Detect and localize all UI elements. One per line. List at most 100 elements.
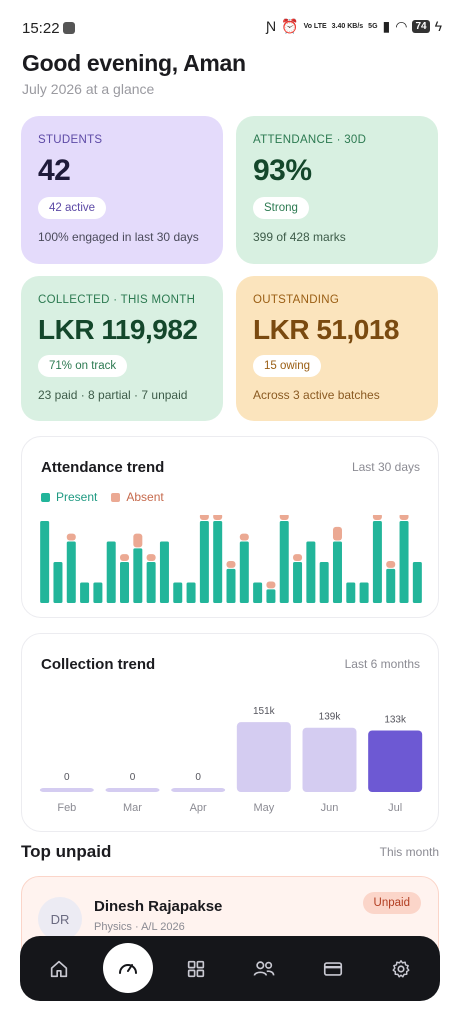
students-value: 42 <box>38 154 71 187</box>
present-bar <box>386 568 396 603</box>
absent-bar <box>332 526 342 541</box>
collection-month-label: Feb <box>57 802 76 814</box>
present-bar <box>53 562 63 603</box>
attendance-label: ATTENDANCE · 30D <box>253 134 367 146</box>
nav-home[interactable] <box>35 948 83 990</box>
absent-bar <box>120 554 130 561</box>
nfc-icon: Ɲ <box>266 18 277 34</box>
unpaid-student-name: Dinesh Rajapakse <box>94 898 223 915</box>
speed-indicator: 3.40 KB/s <box>331 22 364 30</box>
legend-present-label: Present <box>56 490 98 504</box>
dashboard-gauge-icon <box>119 964 137 974</box>
present-bar <box>40 521 50 603</box>
status-badge: Unpaid <box>362 892 421 914</box>
grid-icon <box>187 960 205 978</box>
students-footnote: 100% engaged in last 30 days <box>38 230 199 244</box>
signal-icon: ▮ <box>382 18 391 34</box>
avatar: DR <box>38 897 82 941</box>
collection-month-label: Apr <box>190 802 207 814</box>
present-bar <box>332 541 342 603</box>
absent-bar <box>399 515 409 520</box>
collection-trend-title: Collection trend <box>41 656 156 673</box>
legend-absent-swatch <box>111 492 121 502</box>
top-unpaid-title: Top unpaid <box>21 842 112 861</box>
status-bar: 15:22 Ɲ ⏰ Vo LTE 3.40 KB/s 5G ▮ ◠ 74 ϟ <box>0 0 460 52</box>
present-bar <box>266 589 276 603</box>
network-indicator: 5G <box>368 22 378 30</box>
collection-chart: 0 Feb 0 Mar 0 Apr 151k May 139k Jun 133k Jul <box>39 706 423 814</box>
collection-month-label: Jun <box>321 802 339 814</box>
attendance-badge: Strong <box>253 197 309 219</box>
alarm-icon: ⏰ <box>281 18 299 34</box>
collection-value-label: 139k <box>319 712 342 723</box>
nav-payments[interactable] <box>309 948 357 990</box>
attendance-legend: Present Absent <box>41 490 164 504</box>
attendance-value: 93% <box>253 154 312 187</box>
students-badge: 42 active <box>38 197 107 219</box>
collected-badge: 71% on track <box>38 355 128 377</box>
present-bar <box>159 541 169 603</box>
collection-value-label: 0 <box>64 772 70 783</box>
present-bar <box>239 541 249 603</box>
absent-bar <box>239 533 249 541</box>
absent-bar <box>133 533 143 548</box>
legend-present: Present <box>41 490 97 504</box>
attendance-card[interactable]: ATTENDANCE · 30D 93% Strong 399 of 428 m… <box>236 116 438 264</box>
nav-students[interactable] <box>240 948 288 990</box>
collected-label: COLLECTED · THIS MONTH <box>38 294 196 306</box>
present-bar <box>120 562 130 603</box>
absent-bar <box>146 554 156 561</box>
card-icon <box>323 962 343 976</box>
present-bar <box>173 582 183 603</box>
attendance-footnote: 399 of 428 marks <box>253 230 346 244</box>
present-bar <box>293 562 303 603</box>
charging-icon: ϟ <box>434 18 442 34</box>
status-indicators: Ɲ ⏰ Vo LTE 3.40 KB/s 5G ▮ ◠ 74 ϟ <box>266 19 442 33</box>
present-bar <box>93 582 103 603</box>
outstanding-card[interactable]: OUTSTANDING LKR 51,018 15 owing Across 3… <box>236 276 438 421</box>
present-bar <box>80 582 90 603</box>
present-bar <box>199 521 209 603</box>
nav-dashboard[interactable] <box>103 943 153 993</box>
legend-absent-label: Absent <box>126 490 164 504</box>
collected-footnote: 23 paid · 8 partial · 7 unpaid <box>38 388 188 402</box>
collection-month-label: Jul <box>388 802 402 814</box>
outstanding-footnote: Across 3 active batches <box>253 388 380 402</box>
present-bar <box>359 582 369 603</box>
collection-trend-range[interactable]: Last 6 months <box>345 657 420 671</box>
outstanding-label: OUTSTANDING <box>253 294 340 306</box>
absent-bar <box>279 515 289 520</box>
status-time: 15:22 <box>22 20 60 37</box>
present-bar <box>346 582 356 603</box>
collection-bar <box>236 722 291 792</box>
present-bar <box>279 521 289 603</box>
nav-settings[interactable] <box>377 948 425 990</box>
absent-bar <box>266 581 276 589</box>
present-bar <box>133 548 143 603</box>
app-notification-icon <box>63 22 75 34</box>
students-card[interactable]: STUDENTS 42 42 active 100% engaged in la… <box>21 116 223 264</box>
collected-card[interactable]: COLLECTED · THIS MONTH LKR 119,982 71% o… <box>21 276 223 421</box>
legend-present-swatch <box>41 492 50 502</box>
present-bar <box>319 562 329 603</box>
wifi-icon: ◠ <box>395 18 408 34</box>
collection-month-label: Mar <box>123 802 142 814</box>
present-bar <box>253 582 263 603</box>
absent-bar <box>386 561 396 568</box>
absent-bar <box>293 554 303 561</box>
attendance-chart <box>40 515 422 603</box>
present-bar <box>226 568 236 603</box>
collection-bar <box>368 730 423 792</box>
nav-grid[interactable] <box>172 948 220 990</box>
attendance-trend-range[interactable]: Last 30 days <box>352 460 420 474</box>
present-bar <box>372 521 382 603</box>
volte-indicator: Vo LTE <box>303 22 327 30</box>
home-icon <box>50 960 68 978</box>
collection-bar <box>39 788 94 792</box>
battery-indicator: 74 <box>412 19 430 33</box>
top-unpaid-range[interactable]: This month <box>380 845 439 859</box>
present-bar <box>399 521 409 603</box>
bottom-nav <box>20 936 440 1001</box>
collected-value: LKR 119,982 <box>38 314 198 345</box>
present-bar <box>186 582 196 603</box>
